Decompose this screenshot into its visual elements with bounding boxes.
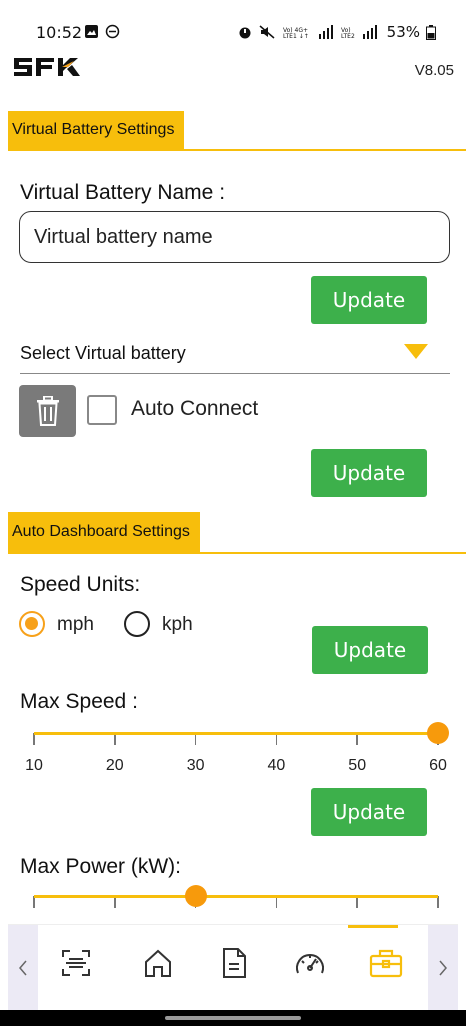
toolbox-icon xyxy=(369,949,403,978)
max-speed-tick-label: 10 xyxy=(25,757,43,774)
select-virtual-battery-dropdown[interactable]: Select Virtual battery xyxy=(20,332,450,374)
svg-text:LTE2: LTE2 xyxy=(341,33,355,39)
max-power-slider[interactable] xyxy=(33,884,439,924)
virtual-battery-name-label: Virtual Battery Name : xyxy=(20,181,226,204)
signal-icons: Vo) 4G+LTE1 ↓↑ xyxy=(283,25,333,39)
dropdown-arrow-icon xyxy=(404,344,428,359)
radio-kph-label: kph xyxy=(162,614,193,635)
nav-document[interactable] xyxy=(214,941,254,985)
system-home-indicator xyxy=(0,1010,466,1026)
update-battery-name-button[interactable]: Update xyxy=(311,276,427,324)
nav-toolbox[interactable] xyxy=(366,941,406,985)
chevron-left-icon xyxy=(19,960,27,976)
bottom-navigation xyxy=(8,924,458,1011)
status-bar: 10:52 Vo) 4G+ LTE1 ↓↑ Vo) LTE2 53% xyxy=(0,0,466,48)
mute-icon xyxy=(259,25,275,39)
section-divider xyxy=(8,149,466,151)
update-max-speed-button[interactable]: Update xyxy=(311,788,427,836)
nav-next-button[interactable] xyxy=(428,925,458,1011)
radio-mph[interactable] xyxy=(19,611,45,637)
max-power-track xyxy=(34,895,438,898)
max-speed-tick-label: 30 xyxy=(186,757,205,774)
nav-active-indicator xyxy=(348,925,398,928)
home-icon xyxy=(145,949,171,977)
nav-scan[interactable] xyxy=(56,941,96,985)
max-speed-track xyxy=(34,732,438,735)
auto-connect-checkbox[interactable] xyxy=(87,395,117,425)
select-virtual-battery-label: Select Virtual battery xyxy=(20,343,186,363)
chevron-right-icon xyxy=(439,960,447,976)
trash-icon xyxy=(36,396,59,426)
app-screen: 10:52 Vo) 4G+ LTE1 ↓↑ Vo) LTE2 53% V8.05 V… xyxy=(0,0,466,1026)
svg-text:LTE1 ↓↑: LTE1 ↓↑ xyxy=(283,33,309,39)
virtual-battery-section-title: Virtual Battery Settings xyxy=(8,111,185,149)
auto-dashboard-section-header: Auto Dashboard Settings xyxy=(8,512,466,554)
scan-icon xyxy=(62,950,90,976)
battery-percent: 53% xyxy=(386,23,420,41)
section-divider xyxy=(8,552,466,554)
battery-icon xyxy=(426,24,436,40)
auto-connect-label: Auto Connect xyxy=(131,397,259,420)
app-header: V8.05 xyxy=(0,48,466,92)
status-time: 10:52 xyxy=(36,23,83,42)
auto-dashboard-section-title: Auto Dashboard Settings xyxy=(8,512,200,552)
max-speed-slider[interactable] xyxy=(33,722,449,752)
max-speed-tick-label: 50 xyxy=(348,757,367,774)
max-speed-label: Max Speed : xyxy=(20,690,138,713)
virtual-battery-name-input[interactable]: Virtual battery name xyxy=(19,211,450,263)
update-battery-select-button[interactable]: Update xyxy=(311,449,427,497)
radio-mph-label: mph xyxy=(57,614,94,635)
max-speed-tick-label: 40 xyxy=(267,757,286,774)
nav-home[interactable] xyxy=(138,941,178,985)
virtual-battery-name-placeholder: Virtual battery name xyxy=(34,225,213,248)
update-speed-units-button[interactable]: Update xyxy=(312,626,428,674)
max-speed-tick-label: 60 xyxy=(429,757,447,774)
nav-speedometer[interactable] xyxy=(290,941,330,985)
status-right: Vo) 4G+ LTE1 ↓↑ Vo) LTE2 53% xyxy=(237,23,436,41)
signal2-icons: Vo)LTE2 xyxy=(341,25,377,39)
home-bar xyxy=(165,1016,301,1020)
gallery-icon xyxy=(85,25,98,38)
virtual-battery-section-header: Virtual Battery Settings xyxy=(8,111,466,151)
speedometer-icon xyxy=(296,954,324,974)
dnd-icon xyxy=(105,24,120,39)
status-left-icons xyxy=(84,24,120,39)
max-speed-thumb[interactable] xyxy=(427,722,449,744)
speed-units-label: Speed Units: xyxy=(20,573,141,596)
alarm-icon xyxy=(239,27,251,39)
max-speed-tick-label: 20 xyxy=(105,757,124,774)
nav-prev-button[interactable] xyxy=(8,925,38,1011)
max-power-thumb[interactable] xyxy=(184,885,207,907)
app-version: V8.05 xyxy=(414,62,454,79)
delete-battery-button[interactable] xyxy=(19,385,76,437)
max-power-label: Max Power (kW): xyxy=(20,855,182,878)
document-icon xyxy=(223,948,246,978)
radio-kph[interactable] xyxy=(124,611,150,637)
sfk-logo xyxy=(14,58,80,76)
